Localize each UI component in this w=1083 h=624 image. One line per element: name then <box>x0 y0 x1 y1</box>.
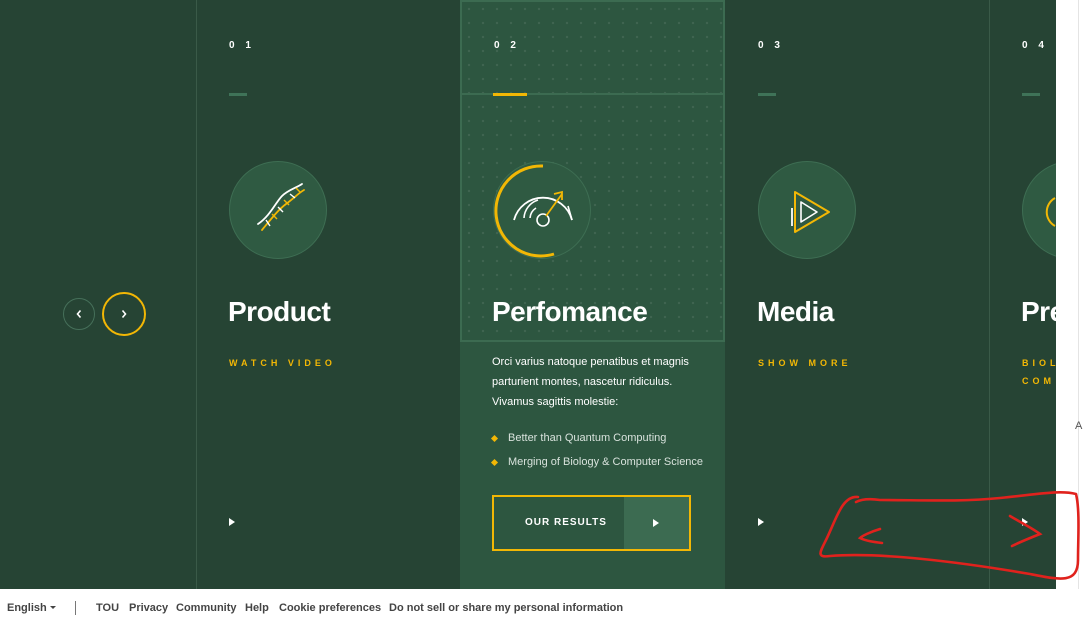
slider-prev-button[interactable] <box>63 298 95 330</box>
footer-link-tou[interactable]: TOU <box>96 602 119 614</box>
slide-title: Pre <box>1021 296 1056 327</box>
footer-link-do-not-sell[interactable]: Do not sell or share my personal informa… <box>389 602 623 614</box>
stray-text: A <box>1075 420 1083 432</box>
slider-section: 0 1 Product WATCH VIDEO 0 2 Perfomance O… <box>0 0 1056 589</box>
list-item-label: Merging of Biology & Computer Science <box>508 456 704 468</box>
language-label: English <box>7 602 47 614</box>
show-more-link[interactable]: SHOW MORE <box>758 354 852 372</box>
footer-separator <box>75 601 76 615</box>
slide-title: Perfomance <box>492 296 648 327</box>
footer-link-help[interactable]: Help <box>245 602 269 614</box>
play-icon[interactable] <box>1022 518 1028 526</box>
slide-title: Media <box>757 296 834 327</box>
footer-link-cookie-preferences[interactable]: Cookie preferences <box>279 602 381 614</box>
footer-link-privacy[interactable]: Privacy <box>129 602 168 614</box>
list-item: Merging of Biology & Computer Science <box>490 452 704 476</box>
caret-down-icon <box>49 606 56 609</box>
scrollbar-gutter <box>1056 0 1083 589</box>
play-icon <box>653 519 659 527</box>
slide-performance: 0 2 Perfomance Orci varius natoque penat… <box>460 0 725 589</box>
dna-icon <box>229 161 327 259</box>
feature-list: Better than Quantum Computing Merging of… <box>490 428 704 476</box>
list-item-label: Better than Quantum Computing <box>508 432 667 444</box>
slide-number: 0 4 <box>1022 40 1048 51</box>
watch-video-link[interactable]: WATCH VIDEO <box>229 354 336 372</box>
our-results-label: OUR RESULTS <box>525 517 607 528</box>
slide-title: Product <box>228 296 331 327</box>
bullet-icon <box>490 434 499 443</box>
footer-bar: English TOU Privacy Community Help Cooki… <box>0 594 1083 624</box>
footer-link-community[interactable]: Community <box>176 602 237 614</box>
our-results-button[interactable]: OUR RESULTS <box>492 495 691 551</box>
slide-pre: 0 4 Pre BIOL COM <box>990 0 1056 589</box>
slide-link[interactable]: BIOL COM <box>1022 354 1056 390</box>
slide-description: Orci varius natoque penatibus et magnis … <box>492 356 689 408</box>
arrow-box <box>624 497 689 549</box>
slide-product: 0 1 Product WATCH VIDEO <box>197 0 460 589</box>
slide-media: 0 3 Media SHOW MORE <box>725 0 989 589</box>
slide-link-line: BIOL <box>1022 358 1056 368</box>
language-selector[interactable]: English <box>7 602 56 614</box>
slide-indicator <box>1022 93 1040 96</box>
chevron-right-icon <box>121 309 127 319</box>
bullet-icon <box>490 458 499 467</box>
scrollbar-line <box>1078 0 1079 589</box>
slide-indicator <box>758 93 776 96</box>
list-item: Better than Quantum Computing <box>490 428 703 452</box>
speedometer-icon <box>493 161 591 259</box>
chevron-left-icon <box>76 309 82 319</box>
slider-next-button[interactable] <box>102 292 146 336</box>
play-icon[interactable] <box>229 518 235 526</box>
slide-number: 0 1 <box>229 40 255 51</box>
slide-number: 0 3 <box>758 40 784 51</box>
play-icon <box>758 161 856 259</box>
slide-indicator-active <box>493 93 527 96</box>
partial-icon <box>1022 161 1056 259</box>
play-icon[interactable] <box>758 518 764 526</box>
slide-link-line: COM <box>1022 376 1055 386</box>
slide-indicator <box>229 93 247 96</box>
slide-number: 0 2 <box>494 40 520 51</box>
